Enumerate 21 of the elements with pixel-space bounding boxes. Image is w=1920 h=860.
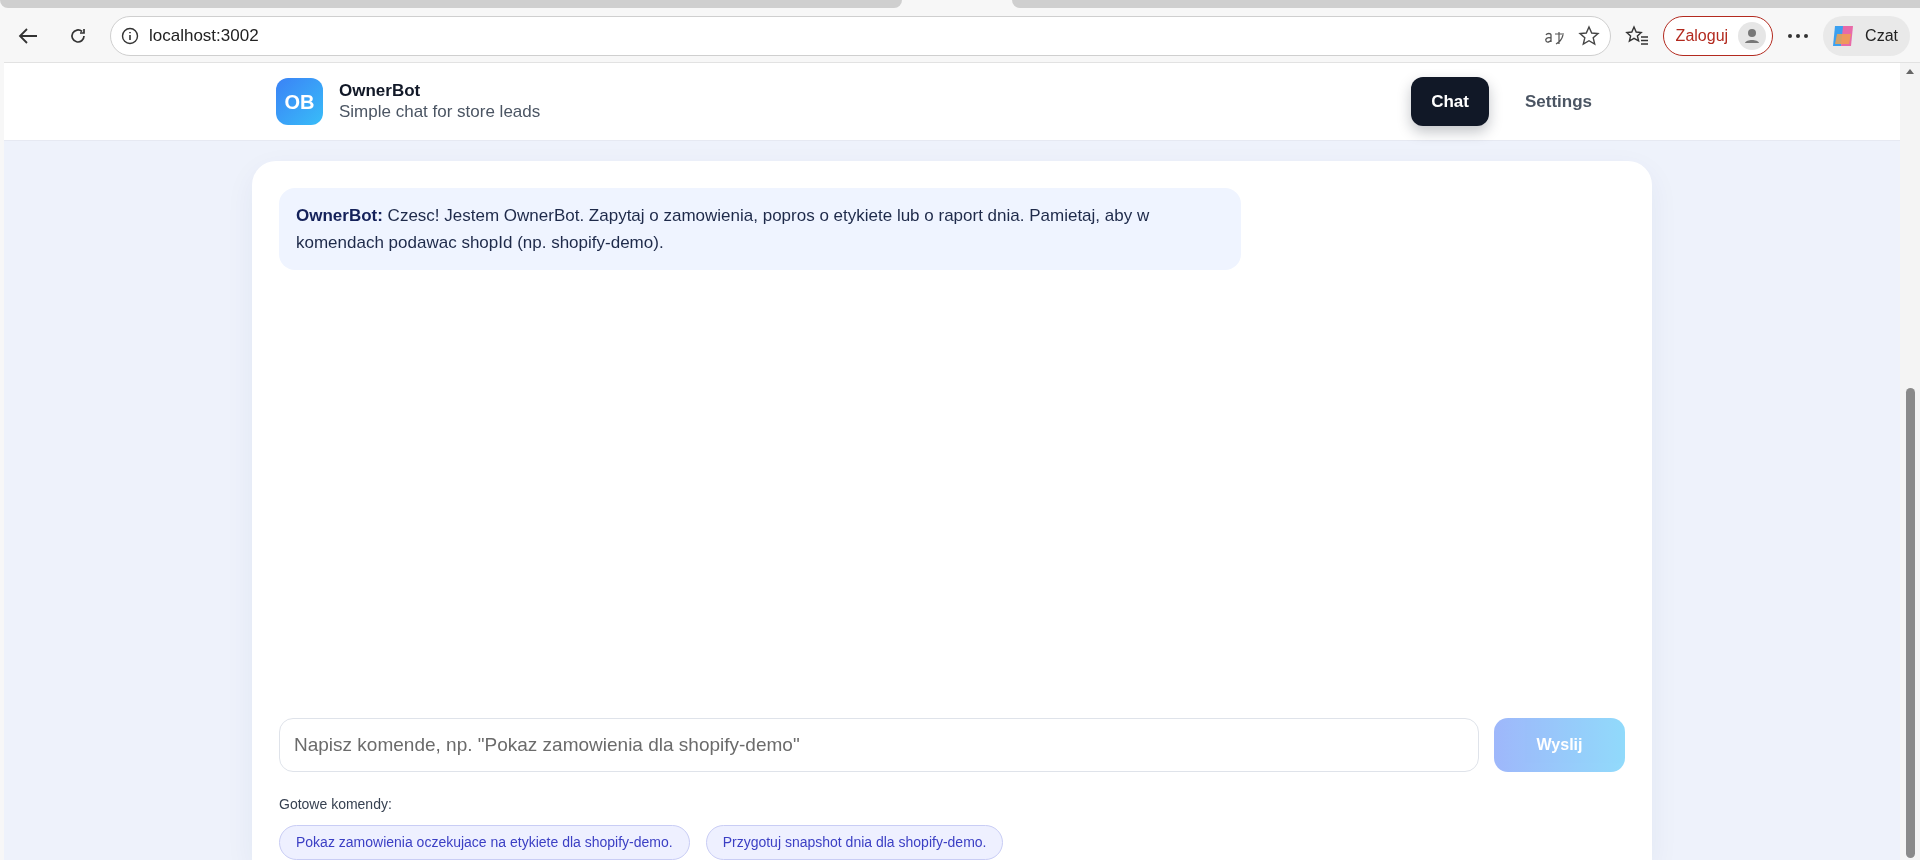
- quick-command-chip[interactable]: Przygotuj snapshot dnia dla shopify-demo.: [705, 825, 1004, 860]
- quick-command-chip[interactable]: Pokaz zamowienia oczekujace na etykiete dla shopify-demo.: [279, 825, 690, 860]
- app-subtitle: Simple chat for store leads: [339, 101, 541, 122]
- nav-tab[interactable]: Chat: [1411, 76, 1489, 127]
- url-text: localhost:3002: [149, 25, 259, 48]
- quick-commands-label: Gotowe komendy:: [279, 795, 393, 814]
- app-title: OwnerBot: [339, 81, 422, 102]
- nav-tab[interactable]: Settings: [1504, 76, 1612, 127]
- more-icon[interactable]: [1787, 33, 1810, 39]
- avatar-icon: [1738, 22, 1767, 50]
- favorites-icon[interactable]: [1624, 25, 1649, 47]
- scroll-up-icon[interactable]: [1905, 67, 1915, 75]
- scrollbar[interactable]: [1900, 63, 1920, 860]
- star-icon[interactable]: [1577, 25, 1600, 47]
- login-button[interactable]: Zaloguj: [1662, 16, 1774, 56]
- copilot-button[interactable]: Czat: [1823, 16, 1910, 56]
- info-icon: [121, 27, 139, 45]
- address-bar[interactable]: localhost:3002: [110, 16, 1611, 56]
- chat-message: OwnerBot: Czesc! Jestem OwnerBot. Zapytaj o zamowienia, popros o etykiete lub o raport dnia. Pamietaj, aby w komendach podawac shopId (np. shopify-demo).: [279, 188, 1241, 271]
- logo-badge: OB: [276, 78, 323, 125]
- reload-icon[interactable]: [68, 26, 88, 46]
